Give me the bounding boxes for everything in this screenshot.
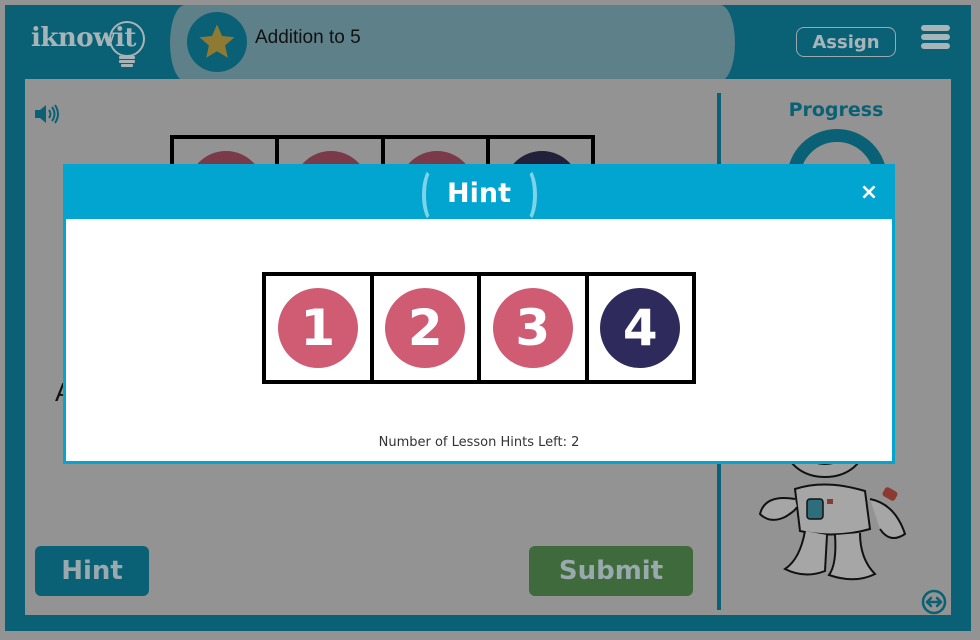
lesson-title: Addition to 5 xyxy=(255,27,361,48)
number-counter: 4 xyxy=(600,288,681,368)
frame-cell: 4 xyxy=(589,276,693,380)
hint-button[interactable]: Hint xyxy=(35,546,149,596)
modal-title: Hint xyxy=(447,177,511,209)
number-counter: 2 xyxy=(385,288,466,368)
assign-button[interactable]: Assign xyxy=(796,27,896,57)
hamburger-menu-button[interactable] xyxy=(921,25,951,55)
hints-left-text: Number of Lesson Hints Left: 2 xyxy=(378,435,580,450)
progress-label: Progress xyxy=(788,99,884,121)
iknowit-logo[interactable]: iknowit xyxy=(29,19,149,69)
speaker-icon[interactable] xyxy=(33,103,61,125)
lightbulb-icon xyxy=(109,21,145,67)
menu-line xyxy=(921,25,950,31)
hint-modal: Hint × 1 2 3 4 Number of Lesson Hints Le… xyxy=(63,164,895,464)
hint-ten-frame: 1 2 3 4 xyxy=(262,272,696,384)
modal-header: Hint × xyxy=(66,167,892,223)
submit-button[interactable]: Submit xyxy=(529,546,693,596)
close-button[interactable]: × xyxy=(856,179,882,205)
app-window: iknowit Addition to 5 Assign Progress Hi… xyxy=(5,5,971,631)
frame-cell: 2 xyxy=(374,276,481,380)
menu-line xyxy=(921,34,950,40)
number-counter: 3 xyxy=(492,288,573,368)
frame-cell: 3 xyxy=(481,276,589,380)
menu-line xyxy=(921,43,950,49)
frame-cell: 1 xyxy=(266,276,374,380)
star-icon xyxy=(199,24,235,58)
expand-horizontal-icon[interactable] xyxy=(921,589,947,615)
header: iknowit Addition to 5 Assign xyxy=(5,5,971,81)
number-counter: 1 xyxy=(277,288,358,368)
lesson-star-badge xyxy=(187,12,247,72)
